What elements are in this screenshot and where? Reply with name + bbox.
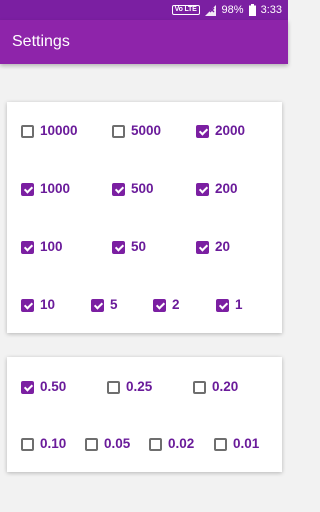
checkbox-label: 2: [172, 297, 180, 312]
app-bar: Settings: [0, 20, 288, 64]
checkbox-500[interactable]: 500: [112, 181, 154, 197]
checkbox-5000[interactable]: 5000: [112, 123, 161, 139]
signal-icon: [204, 4, 216, 16]
checkbox-icon: [21, 182, 34, 196]
checkbox-label: 0.05: [104, 436, 131, 451]
checkbox-icon: [149, 437, 162, 451]
checkbox-label: 0.01: [233, 436, 260, 451]
checkbox-label: 0.10: [40, 436, 67, 451]
checkbox-label: 5: [110, 297, 118, 312]
checkbox-icon: [21, 240, 34, 254]
checkbox-icon: [91, 298, 104, 312]
checkbox-0.05[interactable]: 0.05: [85, 436, 130, 452]
checkbox-icon: [193, 380, 206, 394]
checkbox-icon: [112, 182, 125, 196]
volte-icon: Vo LTE: [171, 5, 200, 15]
checkbox-label: 50: [131, 239, 147, 254]
checkbox-icon: [21, 124, 34, 138]
denomination-card-large: 10000 5000 2000 1000 500 200 100 50 20 1…: [7, 102, 282, 333]
denomination-card-small: 0.50 0.25 0.20 0.10 0.05 0.02 0.01: [7, 357, 282, 472]
checkbox-icon: [196, 240, 209, 254]
checkbox-label: 0.25: [126, 379, 153, 394]
status-icons: Vo LTE 98% 3:33: [171, 3, 282, 17]
checkbox-icon: [112, 124, 125, 138]
checkbox-icon: [153, 298, 166, 312]
checkbox-label: 0.50: [40, 379, 67, 394]
checkbox-label: 1: [235, 297, 243, 312]
checkbox-label: 0.02: [168, 436, 195, 451]
battery-icon: [248, 4, 256, 16]
checkbox-label: 500: [131, 181, 154, 196]
checkbox-100[interactable]: 100: [21, 239, 63, 255]
checkbox-2[interactable]: 2: [153, 297, 180, 313]
checkbox-1000[interactable]: 1000: [21, 181, 70, 197]
page-title: Settings: [12, 33, 70, 50]
checkbox-0.20[interactable]: 0.20: [193, 379, 238, 395]
checkbox-200[interactable]: 200: [196, 181, 238, 197]
checkbox-label: 20: [215, 239, 231, 254]
checkbox-label: 1000: [40, 181, 71, 196]
checkbox-label: 200: [215, 181, 238, 196]
clock: 3:33: [260, 4, 282, 16]
checkbox-icon: [112, 240, 125, 254]
checkbox-1[interactable]: 1: [216, 297, 243, 313]
checkbox-20[interactable]: 20: [196, 239, 230, 255]
checkbox-icon: [85, 437, 98, 451]
checkbox-0.10[interactable]: 0.10: [21, 436, 66, 452]
checkbox-0.02[interactable]: 0.02: [149, 436, 194, 452]
checkbox-10000[interactable]: 10000: [21, 123, 78, 139]
checkbox-0.01[interactable]: 0.01: [214, 436, 259, 452]
battery-percent: 98%: [221, 4, 244, 16]
checkbox-label: 10000: [40, 123, 78, 138]
checkbox-10[interactable]: 10: [21, 297, 55, 313]
checkbox-icon: [21, 437, 34, 451]
checkbox-icon: [214, 437, 227, 451]
checkbox-icon: [107, 380, 120, 394]
checkbox-icon: [21, 298, 34, 312]
checkbox-icon: [196, 182, 209, 196]
checkbox-0.50[interactable]: 0.50: [21, 379, 66, 395]
checkbox-0.25[interactable]: 0.25: [107, 379, 152, 395]
checkbox-label: 100: [40, 239, 63, 254]
checkbox-icon: [196, 124, 209, 138]
checkbox-label: 0.20: [212, 379, 239, 394]
checkbox-label: 2000: [215, 123, 246, 138]
checkbox-icon: [216, 298, 229, 312]
checkbox-50[interactable]: 50: [112, 239, 146, 255]
checkbox-label: 5000: [131, 123, 162, 138]
checkbox-icon: [21, 380, 34, 394]
status-bar: Vo LTE 98% 3:33: [0, 0, 288, 20]
checkbox-label: 10: [40, 297, 56, 312]
checkbox-5[interactable]: 5: [91, 297, 118, 313]
checkbox-2000[interactable]: 2000: [196, 123, 245, 139]
